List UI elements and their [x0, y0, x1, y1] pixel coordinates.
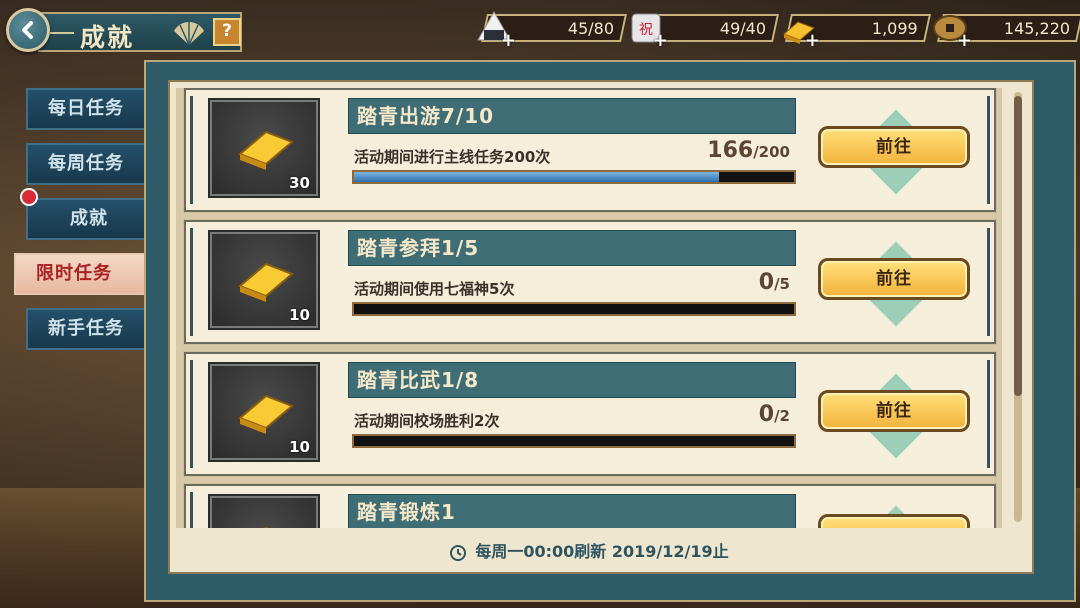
clock-icon — [450, 544, 467, 561]
reward-slot[interactable]: 30 — [208, 98, 320, 198]
title-decoration — [50, 32, 74, 34]
quest-card: 踏青锻炼1 — [183, 483, 997, 528]
help-button[interactable]: ? — [213, 18, 241, 46]
fan-icon — [174, 21, 204, 46]
gold-bar-icon — [238, 394, 294, 434]
quest-desc: 活动期间进行主线任务200次 — [354, 148, 551, 166]
go-button[interactable]: 前往 — [818, 258, 970, 300]
refresh-text: 每周一00:00刷新 2019/12/19止 — [475, 542, 729, 561]
resource-stamina-value: 45/80 — [567, 19, 614, 38]
quest-card: 10 踏青参拜1/5 活动期间使用七福神5次 0/5 前往 — [183, 219, 997, 345]
footer: 每周一00:00刷新 2019/12/19止 — [176, 536, 1002, 568]
quest-progress-text: 0/5 — [759, 270, 790, 295]
tab-achievement[interactable]: 成就 — [26, 198, 146, 240]
tab-newbie[interactable]: 新手任务 — [26, 308, 146, 350]
quest-progress-text: 0/2 — [759, 402, 790, 427]
go-button[interactable]: 前往 — [818, 126, 970, 168]
notification-badge — [20, 188, 38, 206]
reward-slot[interactable] — [208, 494, 320, 528]
quest-desc: 活动期间校场胜利2次 — [354, 412, 500, 430]
quest-card: 30 踏青出游7/10 活动期间进行主线任务200次 166/200 前往 — [183, 88, 997, 213]
chevron-left-icon — [22, 21, 33, 39]
quest-card: 10 踏青比武1/8 活动期间校场胜利2次 0/2 前往 — [183, 351, 997, 477]
gold-bar-icon[interactable]: + — [778, 8, 820, 51]
go-button[interactable]: 前往 — [818, 390, 970, 432]
quest-title: 踏青出游7/10 — [348, 98, 796, 134]
plus-icon: + — [652, 30, 668, 51]
card-stripe — [190, 228, 193, 336]
quest-title: 踏青参拜1/5 — [348, 230, 796, 266]
title-bar: 成就 — [38, 12, 242, 52]
reward-count: 10 — [289, 306, 310, 324]
celebration-ticket-icon[interactable]: 祝 + — [626, 8, 668, 51]
progress-total: /200 — [753, 143, 790, 161]
gold-bar-icon — [238, 262, 294, 302]
plus-icon: + — [500, 30, 516, 51]
reward-count: 30 — [289, 174, 310, 192]
quest-desc: 活动期间使用七福神5次 — [354, 280, 515, 298]
plus-icon: + — [956, 30, 972, 51]
progress-fill — [354, 172, 720, 182]
card-stripe — [987, 96, 990, 204]
gold-bar-icon — [264, 526, 269, 528]
progress-bar — [352, 170, 796, 184]
quest-title: 踏青比武1/8 — [348, 362, 796, 398]
resource-gold-value: 1,099 — [872, 19, 918, 38]
card-stripe — [190, 492, 193, 528]
scrollbar-thumb[interactable] — [1014, 96, 1022, 396]
page-title: 成就 — [80, 23, 135, 52]
progress-total: /2 — [774, 407, 790, 425]
reward-slot[interactable]: 10 — [208, 362, 320, 462]
progress-current: 166 — [707, 138, 754, 163]
coin-icon[interactable]: + — [930, 8, 972, 51]
reward-slot[interactable]: 10 — [208, 230, 320, 330]
card-stripe — [987, 228, 990, 336]
quest-title: 踏青锻炼1 — [348, 494, 796, 528]
rice-ball-icon[interactable]: + — [474, 8, 516, 51]
quest-list[interactable]: 30 踏青出游7/10 活动期间进行主线任务200次 166/200 前往 10… — [176, 88, 1002, 528]
progress-bar — [352, 302, 796, 316]
progress-current: 0 — [758, 270, 775, 295]
card-stripe — [190, 360, 193, 468]
gold-bar-icon — [238, 130, 294, 170]
plus-icon: + — [804, 30, 820, 51]
go-button[interactable] — [818, 514, 970, 528]
card-stripe — [190, 96, 193, 204]
progress-current: 0 — [758, 402, 775, 427]
resource-ticket-value: 49/40 — [719, 19, 766, 38]
progress-total: /5 — [774, 275, 790, 293]
scrollbar[interactable] — [1014, 92, 1022, 522]
card-stripe — [987, 360, 990, 468]
resource-coin-value: 145,220 — [1003, 19, 1070, 38]
ticket-char: 祝 — [639, 22, 653, 38]
reward-count: 10 — [289, 438, 310, 456]
progress-bar — [352, 434, 796, 448]
quest-progress-text: 166/200 — [707, 138, 790, 163]
tab-daily[interactable]: 每日任务 — [26, 88, 146, 130]
tab-limited[interactable]: 限时任务 — [14, 253, 146, 295]
back-button[interactable] — [6, 8, 50, 52]
tab-weekly[interactable]: 每周任务 — [26, 143, 146, 185]
